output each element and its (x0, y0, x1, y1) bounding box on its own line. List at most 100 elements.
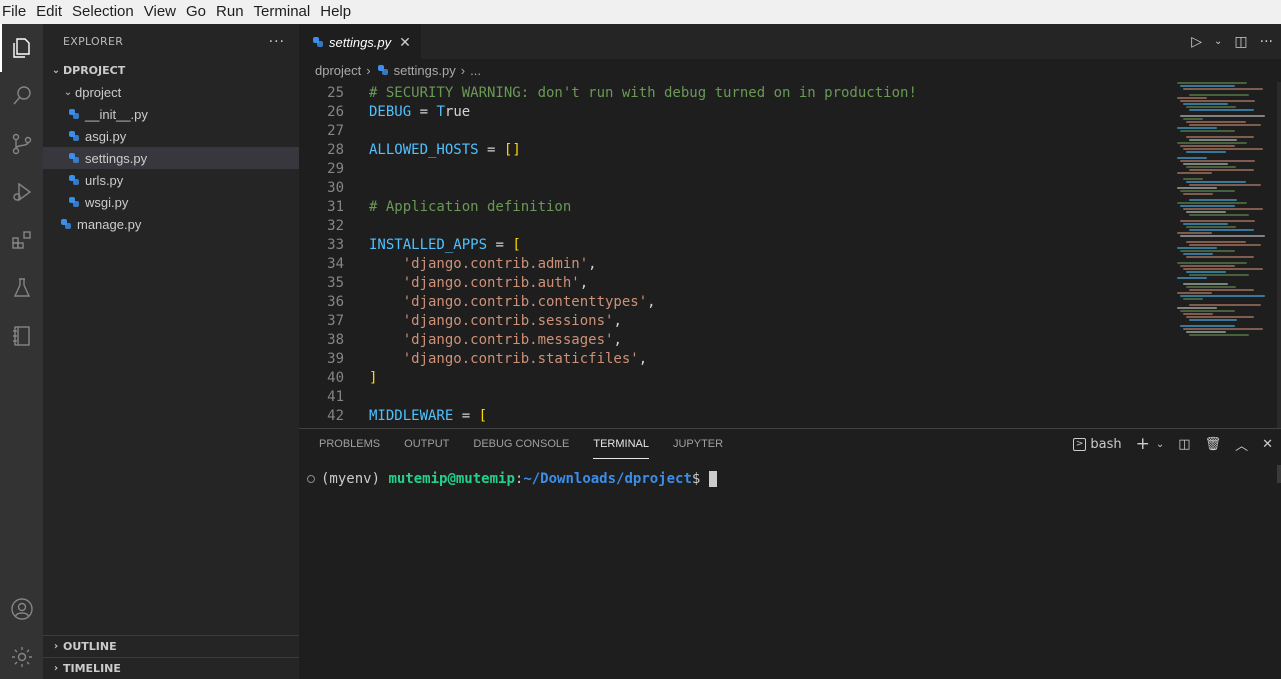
tab-settings[interactable]: settings.py ✕ (299, 24, 421, 59)
search-icon[interactable] (0, 72, 43, 120)
notebook-icon[interactable] (0, 312, 43, 360)
close-panel-icon[interactable]: ✕ (1262, 437, 1273, 452)
project-section-header[interactable]: ⌄ DPROJECT (43, 59, 299, 81)
testing-icon[interactable] (0, 264, 43, 312)
terminal-shell-button[interactable]: > bash (1072, 437, 1122, 452)
chevron-down-icon[interactable]: ⌄ (1156, 439, 1164, 450)
minimap[interactable] (1177, 82, 1273, 382)
menu-help[interactable]: Help (317, 0, 358, 24)
code-line[interactable]: 31 # Application definition (299, 198, 1174, 217)
account-icon[interactable] (0, 585, 43, 633)
trash-icon[interactable]: 🗑 (1205, 437, 1222, 452)
file-wsgi[interactable]: wsgi.py (43, 191, 299, 213)
minimap-line (1177, 292, 1212, 294)
minimap-line (1177, 232, 1212, 234)
tab-output[interactable]: OUTPUT (404, 429, 449, 459)
menu-selection[interactable]: Selection (69, 0, 141, 24)
minimap-line (1186, 226, 1236, 228)
split-terminal-icon[interactable]: ◫ (1178, 437, 1190, 452)
minimap-line (1189, 304, 1261, 306)
code-line[interactable]: 34 'django.contrib.admin', (299, 255, 1174, 274)
code-line[interactable]: 36 'django.contrib.contenttypes', (299, 293, 1174, 312)
minimap-line (1183, 148, 1263, 150)
explorer-icon[interactable] (0, 24, 43, 72)
code-line[interactable]: 35 'django.contrib.auth', (299, 274, 1174, 293)
code-line[interactable]: 41 (299, 388, 1174, 407)
code-line[interactable]: 40] (299, 369, 1174, 388)
code-line[interactable]: 42 MIDDLEWARE = [ (299, 407, 1174, 426)
file-settings[interactable]: settings.py (43, 147, 299, 169)
run-python-icon[interactable]: ▷ (1191, 34, 1202, 50)
activity-bar (0, 24, 43, 679)
minimap-line (1183, 208, 1263, 210)
code-line[interactable]: 25 # SECURITY WARNING: don't run with deb… (299, 84, 1174, 103)
terminal-scrollbar[interactable] (1277, 465, 1281, 483)
line-number: 32 (327, 218, 344, 234)
timeline-section-header[interactable]: › TIMELINE (43, 657, 299, 679)
file-urls[interactable]: urls.py (43, 169, 299, 191)
minimap-line (1186, 316, 1254, 318)
settings-gear-icon[interactable] (0, 633, 43, 679)
file-manage[interactable]: manage.py (43, 213, 299, 235)
chevron-right-icon: › (460, 62, 466, 78)
python-file-icon (311, 35, 327, 49)
code-line[interactable]: 26 DEBUG = True (299, 103, 1174, 122)
terminal-prompt-line[interactable]: (myenv) mutemip@mutemip : ~/Downloads/dp… (307, 471, 718, 487)
extensions-icon[interactable] (0, 216, 43, 264)
menu-go[interactable]: Go (183, 0, 213, 24)
chevron-down-icon[interactable]: ⌄ (1214, 36, 1222, 47)
code-line[interactable]: 33 INSTALLED_APPS = [ (299, 236, 1174, 255)
code-line[interactable]: 38 'django.contrib.messages', (299, 331, 1174, 350)
split-editor-icon[interactable]: ◫ (1234, 34, 1247, 50)
minimap-line (1183, 178, 1203, 180)
minimap-line (1186, 181, 1246, 183)
breadcrumb: dproject › settings.py › ... (299, 59, 1281, 81)
terminal-colon: : (514, 471, 524, 487)
code-line[interactable]: 27 (299, 122, 1174, 141)
minimap-line (1180, 160, 1255, 162)
more-actions-icon[interactable]: ··· (1260, 34, 1273, 50)
minimap-line (1177, 277, 1207, 279)
minimap-line (1177, 157, 1207, 159)
code-line[interactable]: 39 'django.contrib.staticfiles', (299, 350, 1174, 369)
terminal-env: (myenv) (321, 471, 389, 487)
tab-label: settings.py (329, 34, 392, 50)
editor-scrollbar[interactable] (1277, 82, 1281, 428)
maximize-panel-icon[interactable]: ︿ (1235, 435, 1248, 454)
line-number: 25 (327, 85, 344, 101)
code-line[interactable]: 28 ALLOWED_HOSTS = [] (299, 141, 1174, 160)
code-editor[interactable]: 25 # SECURITY WARNING: don't run with deb… (299, 84, 1174, 426)
breadcrumb-folder[interactable]: dproject (315, 63, 361, 78)
file-init[interactable]: __init__.py (43, 103, 299, 125)
code-line[interactable]: 32 (299, 217, 1174, 236)
line-text: 'django.contrib.admin', (402, 256, 597, 272)
tab-problems[interactable]: PROBLEMS (319, 429, 380, 459)
code-line[interactable]: 37 'django.contrib.sessions', (299, 312, 1174, 331)
tab-jupyter[interactable]: JUPYTER (673, 429, 723, 459)
menu-file[interactable]: File (0, 0, 33, 24)
menu-view[interactable]: View (141, 0, 183, 24)
minimap-line (1189, 229, 1254, 231)
folder-dproject[interactable]: ⌄ dproject (43, 81, 299, 103)
breadcrumb-file[interactable]: settings.py (394, 63, 456, 78)
breadcrumb-more[interactable]: ... (470, 63, 481, 78)
new-terminal-icon[interactable]: + (1136, 434, 1150, 454)
code-line[interactable]: 30 (299, 179, 1174, 198)
more-actions-icon[interactable]: ··· (269, 34, 285, 50)
file-asgi[interactable]: asgi.py (43, 125, 299, 147)
tab-debug-console[interactable]: DEBUG CONSOLE (473, 429, 569, 459)
menu-run[interactable]: Run (213, 0, 251, 24)
minimap-line (1183, 103, 1228, 105)
menu-edit[interactable]: Edit (33, 0, 69, 24)
outline-section-header[interactable]: › OUTLINE (43, 635, 299, 657)
code-line[interactable]: 29 (299, 160, 1174, 179)
menu-terminal[interactable]: Terminal (251, 0, 318, 24)
run-debug-icon[interactable] (0, 168, 43, 216)
line-text: 'django.contrib.messages', (402, 332, 622, 348)
close-icon[interactable]: ✕ (399, 34, 411, 51)
line-text: 'django.contrib.contenttypes', (402, 294, 656, 310)
minimap-line (1189, 124, 1261, 126)
source-control-icon[interactable] (0, 120, 43, 168)
tab-terminal[interactable]: TERMINAL (593, 429, 649, 459)
line-number: 31 (327, 199, 344, 215)
